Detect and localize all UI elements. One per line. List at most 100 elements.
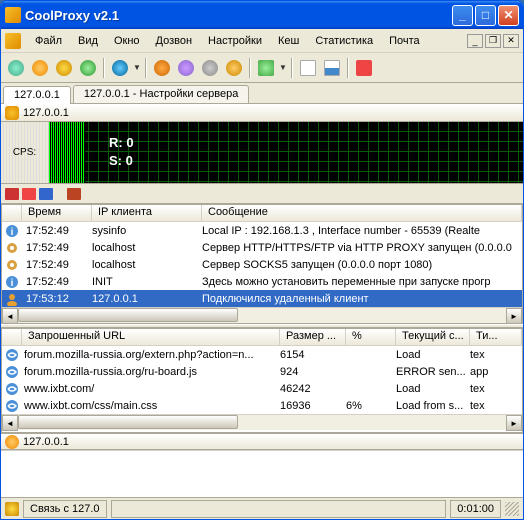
menu-settings[interactable]: Настройки [200,33,270,49]
log-row[interactable]: 17:52:49localhostСервер HTTP/HTTPS/FTP v… [2,239,522,256]
cell-url: forum.mozilla-russia.org/extern.php?acti… [22,349,280,361]
cell-ip: sysinfo [92,225,202,237]
url-row[interactable]: forum.mozilla-russia.org/ru-board.js924E… [2,363,522,380]
cell-url: www.ixbt.com/ [22,383,280,395]
tb-users-icon[interactable] [29,57,51,79]
row-icon [4,291,20,307]
tb-tool2-icon[interactable] [175,57,197,79]
scroll-right-icon[interactable]: ► [506,415,522,431]
log-col-ip[interactable]: IP клиента [92,205,202,221]
tb-disk-icon[interactable] [255,57,277,79]
cell-msg: Local IP : 192.168.1.3 , Interface numbe… [202,225,522,237]
url-col-url[interactable]: Запрошенный URL [22,329,280,345]
log-row[interactable]: 17:52:49localhostСервер SOCKS5 запущен (… [2,256,522,273]
tb-tool4-icon[interactable] [223,57,245,79]
tb-tool1-icon[interactable] [151,57,173,79]
tb-dialup-icon[interactable] [53,57,75,79]
cell-type: tex [470,349,522,361]
dropdown-arrow-icon[interactable]: ▼ [279,63,287,72]
mdi-close-button[interactable]: ✕ [503,34,519,48]
cell-url: forum.mozilla-russia.org/ru-board.js [22,366,280,378]
filter-strip [1,184,523,204]
log-header: Время IP клиента Сообщение [2,205,522,222]
cell-ip: localhost [92,242,202,254]
log-col-msg[interactable]: Сообщение [202,205,522,221]
scroll-left-icon[interactable]: ◄ [2,308,18,324]
log-row[interactable]: 17:53:12127.0.0.1Подключился удаленный к… [2,290,522,307]
flag-red-icon[interactable] [5,188,19,200]
cell-msg: Сервер SOCKS5 запущен (0.0.0.0 порт 1080… [202,259,522,271]
url-col-size[interactable]: Размер ... [280,329,346,345]
cell-size: 924 [280,366,346,378]
menu-stats[interactable]: Статистика [307,33,381,49]
url-col-icon[interactable] [2,329,22,345]
cell-pct: 6% [346,400,396,412]
log-row[interactable]: i17:52:49sysinfoLocal IP : 192.168.1.3 ,… [2,222,522,239]
url-row[interactable]: www.ixbt.com/46242Loadtex [2,380,522,397]
minimize-button[interactable]: _ [452,5,473,26]
scroll-thumb[interactable] [18,308,238,322]
url-row[interactable]: www.ixbt.com/css/main.css169366%Load fro… [2,397,522,414]
separator [103,58,105,78]
tb-refresh-icon[interactable] [77,57,99,79]
ie-icon [4,398,20,414]
mdi-minimize-button[interactable]: _ [467,34,483,48]
scroll-right-icon[interactable]: ► [506,308,522,324]
url-col-status[interactable]: Текущий с... [396,329,470,345]
cell-url: www.ixbt.com/css/main.css [22,400,280,412]
maximize-button[interactable]: □ [475,5,496,26]
tab-server-settings[interactable]: 127.0.0.1 - Настройки сервера [73,85,249,103]
titlebar[interactable]: CoolProxy v2.1 _ □ ✕ [1,1,523,29]
tab-connection[interactable]: 127.0.0.1 [3,86,71,104]
url-col-pct[interactable]: % [346,329,396,345]
tb-connections-icon[interactable] [5,57,27,79]
menu-file[interactable]: Файл [27,33,70,49]
menu-view[interactable]: Вид [70,33,106,49]
url-row[interactable]: forum.mozilla-russia.org/extern.php?acti… [2,346,522,363]
menu-window[interactable]: Окно [106,33,148,49]
cell-time: 17:53:12 [22,293,92,305]
panel-title: 127.0.0.1 [23,107,69,119]
panel2-body [1,450,523,497]
tb-page-icon[interactable] [297,57,319,79]
mdi-restore-button[interactable]: ❐ [485,34,501,48]
cell-ip: localhost [92,259,202,271]
resize-grip-icon[interactable] [505,502,519,516]
status-time: 0:01:00 [450,500,501,518]
log-row[interactable]: i17:52:49INITЗдесь можно установить пере… [2,273,522,290]
log-scrollbar[interactable]: ◄ ► [2,307,522,323]
flag-brown-icon[interactable] [67,188,81,200]
row-icon: i [4,274,20,290]
menu-cache[interactable]: Кеш [270,33,307,49]
tb-globe-icon[interactable] [109,57,131,79]
cell-type: tex [470,383,522,395]
cell-type: tex [470,400,522,412]
scroll-thumb[interactable] [18,415,238,429]
close-button[interactable]: ✕ [498,5,519,26]
tb-tool3-icon[interactable] [199,57,221,79]
menu-dialup[interactable]: Дозвон [148,33,201,49]
traffic-graph: CPS: R: 0 S: 0 [1,122,523,184]
row-icon [4,240,20,256]
dropdown-arrow-icon[interactable]: ▼ [133,63,141,72]
scroll-left-icon[interactable]: ◄ [2,415,18,431]
log-col-icon[interactable] [2,205,22,221]
url-col-type[interactable]: Ти... [470,329,522,345]
tb-table-icon[interactable] [321,57,343,79]
flag-red2-icon[interactable] [22,188,36,200]
menu-mail[interactable]: Почта [381,33,428,49]
tb-stop-icon[interactable] [353,57,375,79]
ie-icon [4,381,20,397]
toolbar: ▼ ▼ [1,53,523,83]
svg-text:i: i [11,278,14,289]
cell-time: 17:52:49 [22,242,92,254]
url-listview[interactable]: Запрошенный URL Размер ... % Текущий с..… [1,328,523,433]
flag-blue-icon[interactable] [39,188,53,200]
url-scrollbar[interactable]: ◄ ► [2,414,522,430]
app-icon [5,7,21,23]
log-col-time[interactable]: Время [22,205,92,221]
graph-recv-value: R: 0 [109,134,134,152]
status-icon [5,502,19,516]
log-listview[interactable]: Время IP клиента Сообщение i17:52:49sysi… [1,204,523,324]
cell-msg: Сервер HTTP/HTTPS/FTP via HTTP PROXY зап… [202,242,522,254]
